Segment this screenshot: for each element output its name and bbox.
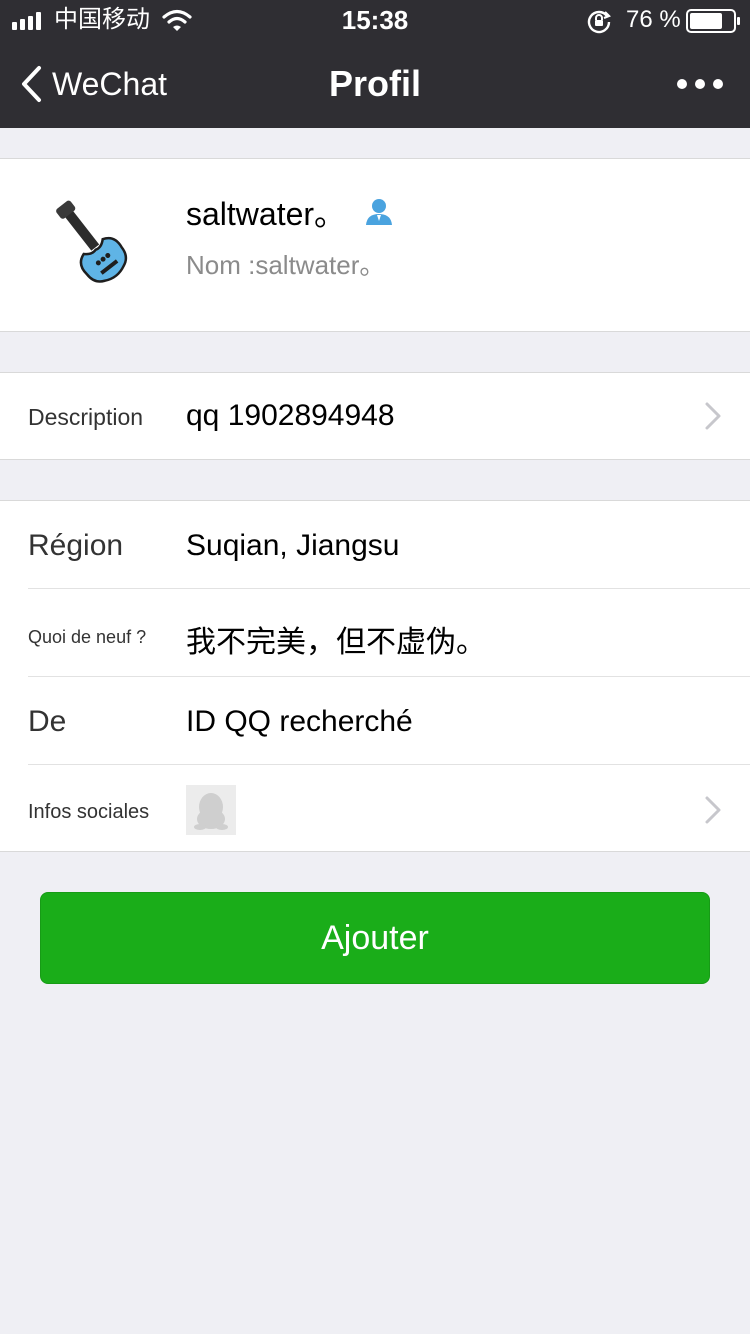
avatar-guitar-icon[interactable] (40, 193, 144, 297)
description-value: qq 1902894948 (186, 399, 395, 432)
region-row: Région Suqian, Jiangsu (0, 501, 750, 589)
qq-avatar (186, 785, 236, 835)
from-value: ID QQ recherché (186, 705, 413, 738)
profile-card: saltwater。 Nom :saltwater。 (0, 158, 750, 332)
qq-penguin-icon (194, 793, 228, 830)
battery-icon (686, 9, 740, 33)
page-title: Profil (328, 63, 421, 104)
region-value: Suqian, Jiangsu (186, 529, 400, 562)
from-row: De ID QQ recherché (0, 677, 750, 765)
info-section: Région Suqian, Jiangsu Quoi de neuf ? 我不… (0, 500, 750, 852)
top-bar: 中国移动 15:38 76 % WeChat Profil (0, 0, 750, 128)
nav-bar: WeChat Profil (0, 40, 750, 128)
chevron-right-icon (705, 402, 721, 430)
contact-person-icon (366, 199, 393, 225)
social-info-row[interactable]: Infos sociales (0, 765, 750, 853)
whats-up-label: Quoi de neuf ? (28, 627, 147, 647)
whats-up-row: Quoi de neuf ? 我不完美，但不虚伪。 (0, 589, 750, 677)
description-label: Description (28, 404, 144, 430)
status-bar: 中国移动 15:38 76 % (0, 0, 750, 40)
profile-name: saltwater。 (186, 196, 347, 232)
whats-up-value: 我不完美，但不虚伪。 (186, 626, 486, 659)
battery-percentage: 76 % (626, 6, 681, 33)
more-icon[interactable] (676, 70, 724, 98)
profile-nickname: Nom :saltwater。 (186, 250, 386, 280)
region-label: Région (28, 529, 124, 562)
from-label: De (28, 705, 67, 738)
description-row[interactable]: Description qq 1902894948 (0, 372, 750, 460)
chevron-right-icon (705, 796, 721, 824)
social-info-label: Infos sociales (28, 801, 150, 823)
add-contact-button[interactable]: Ajouter (40, 892, 710, 984)
rotation-lock-icon (587, 10, 611, 34)
